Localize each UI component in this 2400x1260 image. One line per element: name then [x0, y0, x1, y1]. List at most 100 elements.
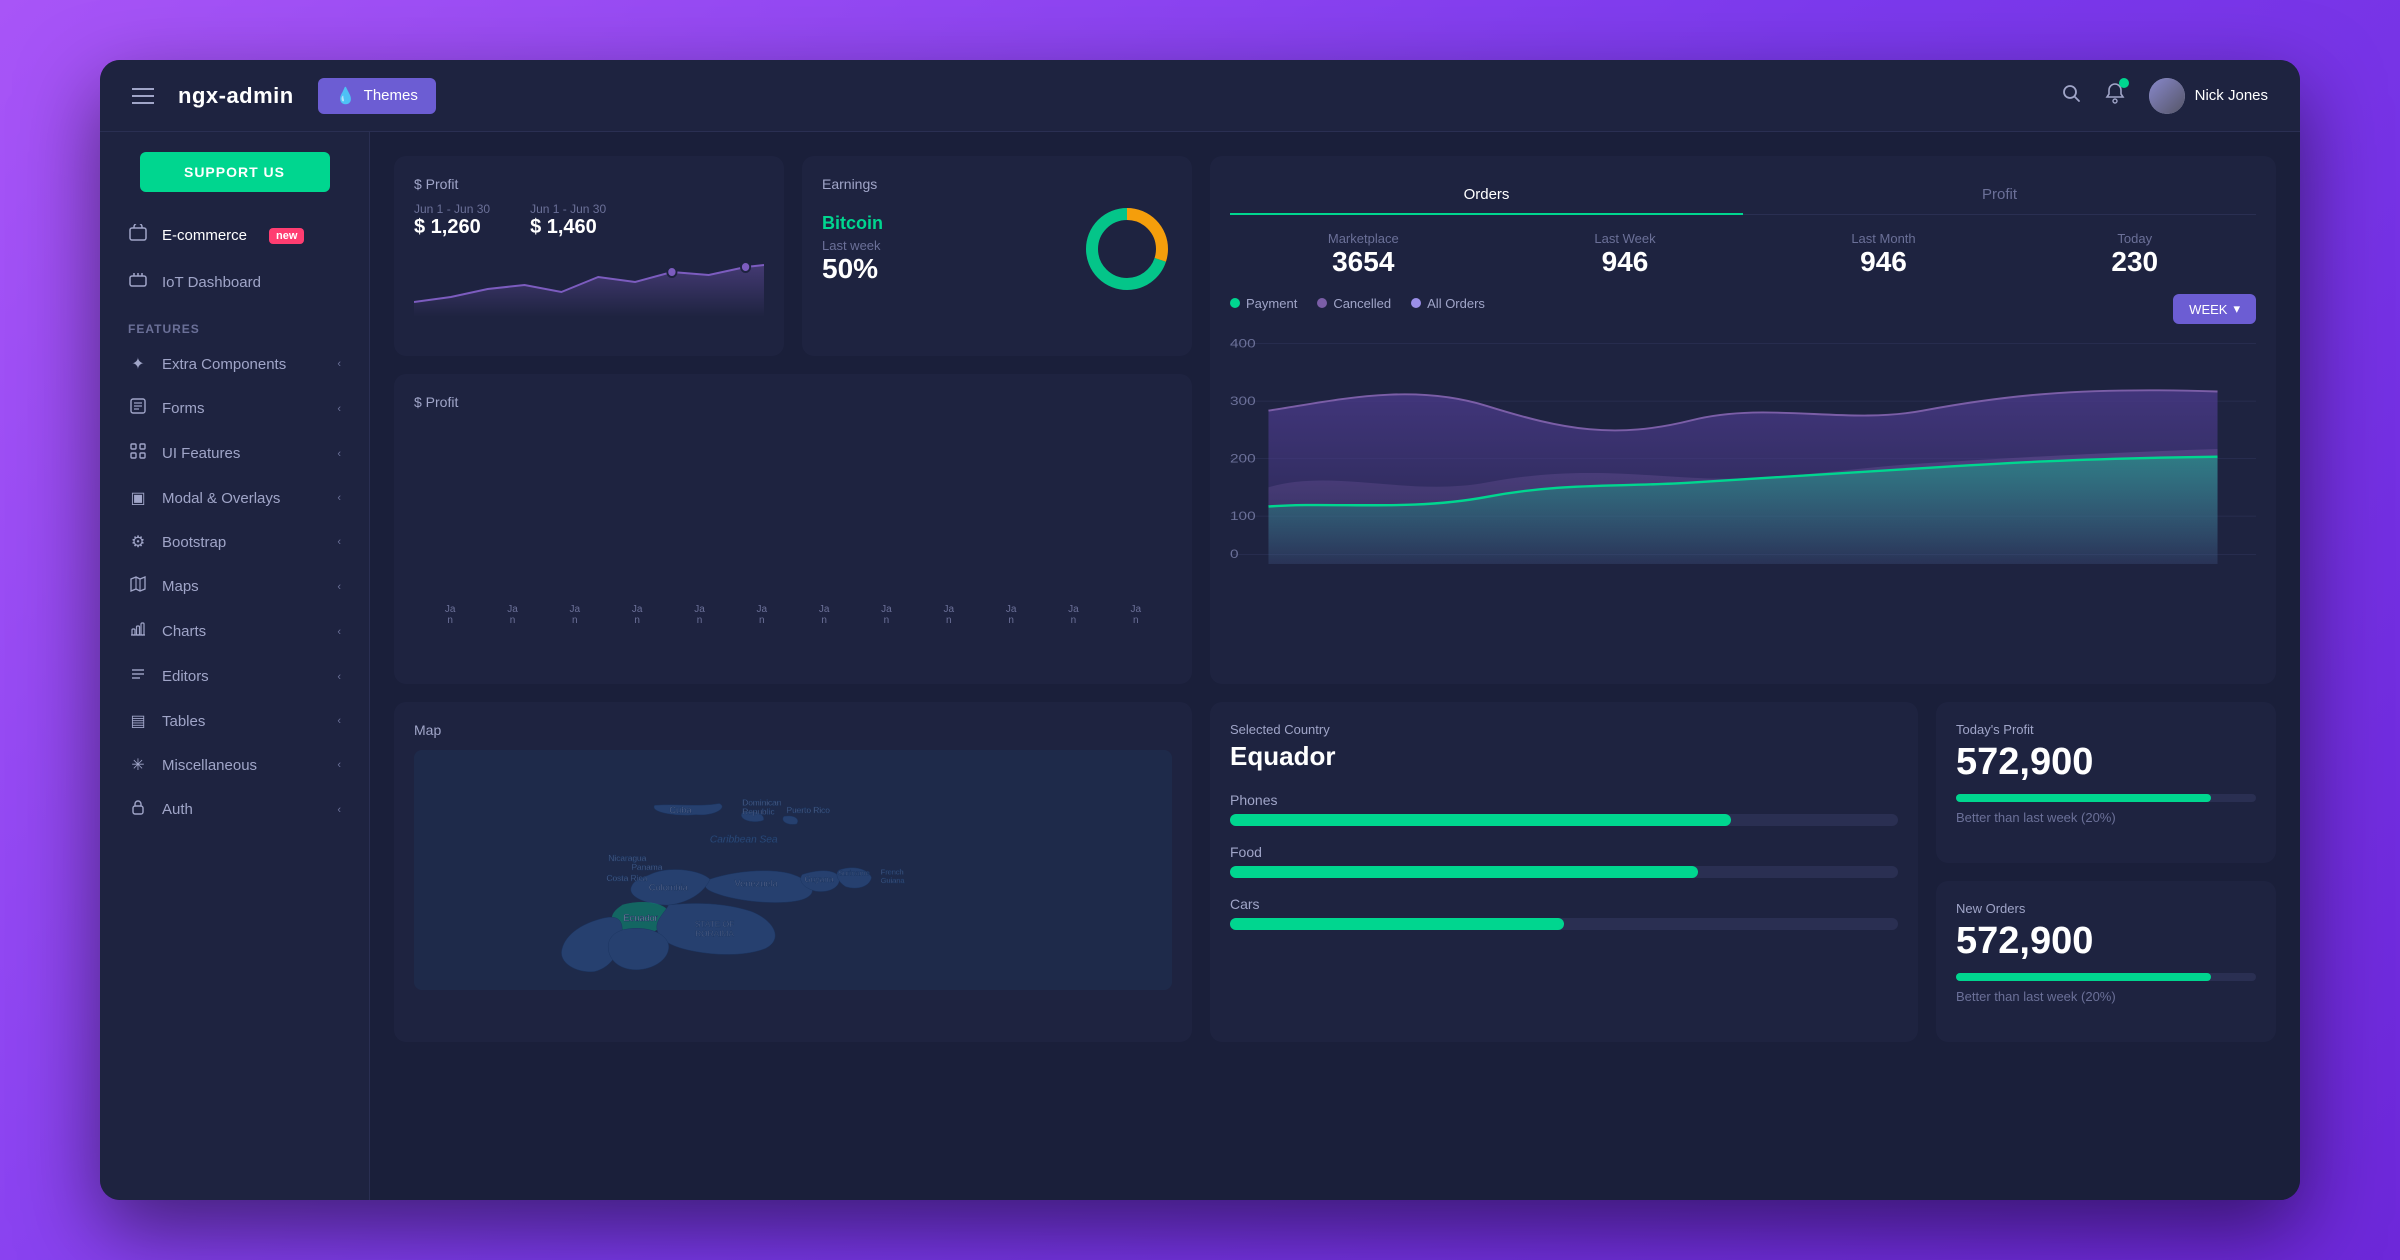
selected-country-label: Selected Country	[1230, 722, 1898, 737]
sidebar-label-iot: IoT Dashboard	[162, 274, 261, 291]
stat-lastmonth: Last Month 946	[1851, 231, 1915, 278]
arrow-icon: ‹	[337, 358, 341, 370]
sidebar-item-maps[interactable]: Maps ‹	[100, 564, 369, 609]
svg-text:Panama: Panama	[631, 862, 662, 872]
svg-text:Suriname: Suriname	[838, 869, 870, 878]
allorders-label: All Orders	[1427, 296, 1485, 311]
earnings-percent: 50%	[822, 253, 883, 285]
arrow-icon: ‹	[337, 403, 341, 415]
svg-text:RORAIMA: RORAIMA	[695, 928, 734, 938]
sidebar-item-charts[interactable]: Charts ‹	[100, 609, 369, 654]
payment-label: Payment	[1246, 296, 1297, 311]
marketplace-label: Marketplace	[1328, 231, 1399, 246]
main-window: ngx-admin 💧 Themes	[100, 60, 2300, 1200]
stat-phones: Phones	[1230, 792, 1898, 826]
cars-bar-bg	[1230, 918, 1898, 930]
sidebar-item-modal[interactable]: ▣ Modal & Overlays ‹	[100, 476, 369, 520]
arrow-icon: ‹	[337, 448, 341, 460]
new-orders-bar-bg	[1956, 973, 2256, 981]
sidebar-item-forms[interactable]: Forms ‹	[100, 386, 369, 431]
food-bar-fill	[1230, 866, 1698, 878]
legend-allorders: All Orders	[1411, 296, 1485, 311]
bootstrap-icon: ⚙	[128, 532, 148, 552]
earnings-text: Bitcoin Last week 50%	[822, 213, 883, 285]
bar-label-6: Jan	[757, 604, 768, 626]
support-button[interactable]: SUPPORT US	[140, 152, 330, 192]
sidebar-label-ecommerce: E-commerce	[162, 227, 247, 244]
features-section-label: FEATURES	[100, 306, 369, 342]
misc-icon: ✳	[128, 755, 148, 775]
donut-chart	[1082, 204, 1172, 294]
svg-text:Cuba: Cuba	[669, 805, 692, 815]
arrow-icon: ‹	[337, 671, 341, 683]
bar-label-8: Jan	[881, 604, 892, 626]
search-icon[interactable]	[2061, 83, 2081, 109]
hamburger-button[interactable]	[132, 88, 154, 104]
new-orders-value: 572,900	[1956, 920, 2256, 963]
today-val: 230	[2111, 246, 2158, 278]
map-title: Map	[414, 722, 1172, 738]
allorders-dot	[1411, 298, 1421, 308]
bar-col-3: Jan	[549, 600, 601, 626]
tab-profit[interactable]: Profit	[1743, 176, 2256, 215]
orders-tabs: Orders Profit	[1230, 176, 2256, 215]
tables-icon: ▤	[128, 711, 148, 731]
svg-text:Venezuela: Venezuela	[735, 879, 779, 889]
bar-col-5: Jan	[673, 600, 725, 626]
sidebar-item-ui[interactable]: UI Features ‹	[100, 431, 369, 476]
sidebar-label-charts: Charts	[162, 623, 206, 640]
themes-button[interactable]: 💧 Themes	[318, 78, 436, 114]
arrow-icon: ‹	[337, 715, 341, 727]
svg-text:Colombia: Colombia	[649, 882, 689, 892]
content-area: $ Profit Jun 1 - Jun 30 $ 1,260 Jun 1 - …	[370, 132, 2300, 1200]
food-label: Food	[1230, 844, 1898, 860]
sidebar-item-extra[interactable]: ✦ Extra Components ‹	[100, 342, 369, 386]
sidebar-item-tables[interactable]: ▤ Tables ‹	[100, 699, 369, 743]
sidebar-item-editors[interactable]: Editors ‹	[100, 654, 369, 699]
sidebar-label-tables: Tables	[162, 713, 205, 730]
profit-dates: Jun 1 - Jun 30 $ 1,260 Jun 1 - Jun 30 $ …	[414, 202, 764, 239]
food-bar-bg	[1230, 866, 1898, 878]
svg-text:Guyana: Guyana	[804, 874, 833, 884]
sidebar-label-modal: Modal & Overlays	[162, 490, 280, 507]
sidebar-label-editors: Editors	[162, 668, 209, 685]
bar-col-4: Jan	[611, 600, 663, 626]
extra-icon: ✦	[128, 354, 148, 374]
week-button[interactable]: WEEK ▾	[2173, 294, 2256, 324]
orders-stats: Marketplace 3654 Last Week 946 Last Mont…	[1230, 231, 2256, 278]
charts-icon	[128, 621, 148, 642]
sidebar-item-iot[interactable]: IoT Dashboard	[100, 259, 369, 306]
profit-card-title: $ Profit	[414, 176, 764, 192]
today-profit-card: Today's Profit 572,900 Better than last …	[1936, 702, 2276, 863]
header-left: ngx-admin 💧 Themes	[132, 78, 2061, 114]
bar-label-11: Jan	[1068, 604, 1079, 626]
sidebar-item-misc[interactable]: ✳ Miscellaneous ‹	[100, 743, 369, 787]
modal-icon: ▣	[128, 488, 148, 508]
profit-side-area: Today's Profit 572,900 Better than last …	[1936, 702, 2276, 1042]
notification-icon[interactable]	[2105, 82, 2125, 110]
user-menu[interactable]: Nick Jones	[2149, 78, 2268, 114]
arrow-icon: ‹	[337, 492, 341, 504]
new-orders-note: Better than last week (20%)	[1956, 989, 2256, 1004]
bar-label-2: Jan	[507, 604, 518, 626]
stat-lastweek: Last Week 946	[1594, 231, 1655, 278]
sidebar: SUPPORT US E-commerce new	[100, 132, 370, 1200]
sidebar-item-auth[interactable]: Auth ‹	[100, 787, 369, 832]
new-badge: new	[269, 228, 304, 244]
sidebar-label-bootstrap: Bootstrap	[162, 534, 226, 551]
tab-orders[interactable]: Orders	[1230, 176, 1743, 215]
themes-icon: 💧	[336, 86, 356, 106]
arrow-icon: ‹	[337, 536, 341, 548]
bar-col-6: Jan	[736, 600, 788, 626]
svg-text:100: 100	[1230, 510, 1256, 523]
bar-label-7: Jan	[819, 604, 830, 626]
iot-icon	[128, 271, 148, 294]
bar-chart-title: $ Profit	[414, 394, 1172, 410]
map-area: Cuba Dominican Republic Puerto Rico Cari…	[414, 750, 1172, 990]
cars-label: Cars	[1230, 896, 1898, 912]
sidebar-item-ecommerce[interactable]: E-commerce new	[100, 212, 369, 259]
phones-label: Phones	[1230, 792, 1898, 808]
sidebar-label-forms: Forms	[162, 400, 205, 417]
sidebar-item-bootstrap[interactable]: ⚙ Bootstrap ‹	[100, 520, 369, 564]
cancelled-dot	[1317, 298, 1327, 308]
